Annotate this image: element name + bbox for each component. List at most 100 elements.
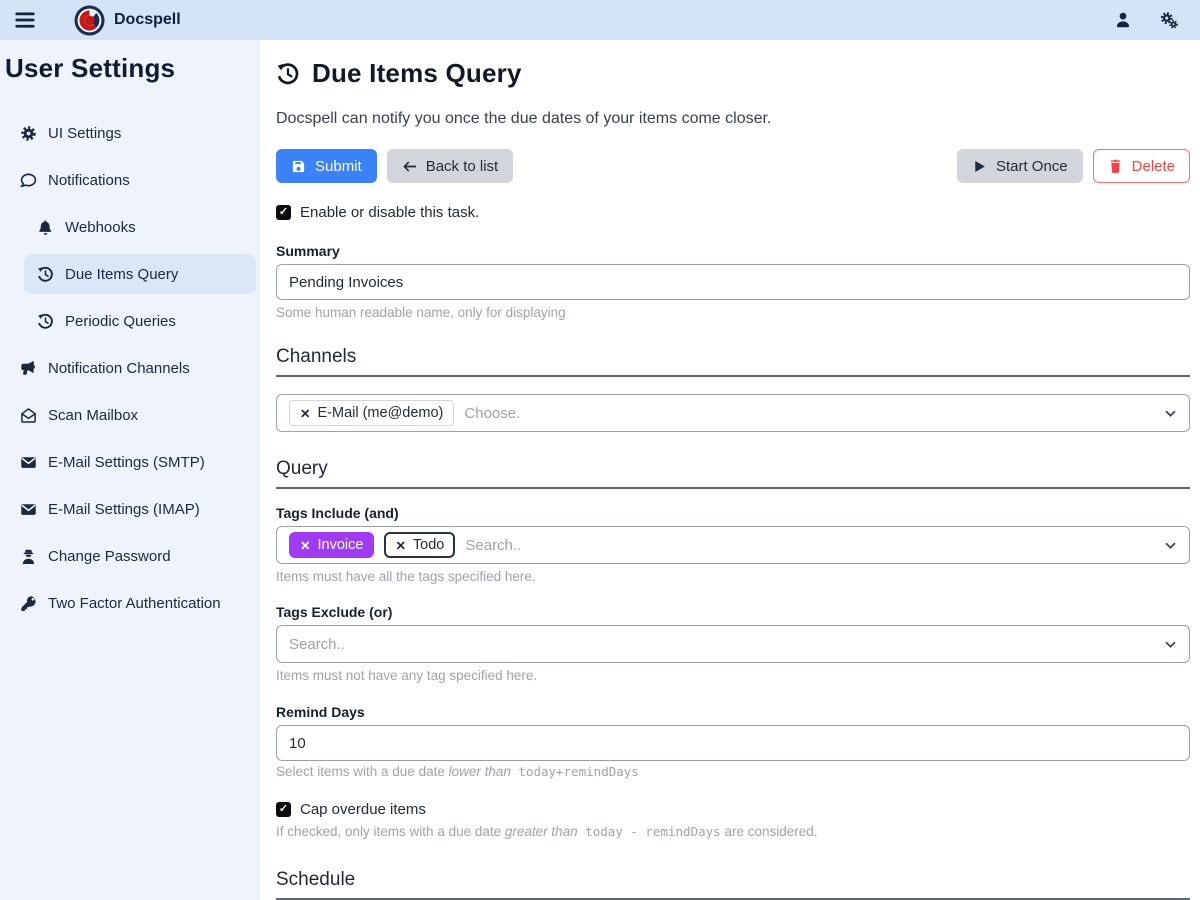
remind-days-label: Remind Days	[276, 704, 1190, 720]
delete-button[interactable]: Delete	[1093, 149, 1190, 183]
query-heading: Query	[276, 458, 1190, 489]
sidebar-item-email-imap[interactable]: E-Mail Settings (IMAP)	[14, 489, 256, 529]
remove-chip-icon[interactable]: ✕	[300, 538, 310, 553]
history-icon	[276, 62, 300, 86]
enable-task-row: ✓ Enable or disable this task.	[276, 204, 1190, 221]
sidebar-item-notifications[interactable]: Notifications	[14, 160, 256, 200]
schedule-heading: Schedule	[276, 869, 1190, 900]
remind-days-helper: Select items with a due date lower than …	[276, 764, 1190, 779]
envelope-icon	[20, 501, 37, 518]
tags-exclude-helper: Items must not have any tag specified he…	[276, 668, 1190, 683]
tag-chip-todo[interactable]: ✕ Todo	[384, 532, 455, 558]
remove-chip-icon[interactable]: ✕	[395, 538, 405, 553]
admin-cogs-icon[interactable]	[1160, 11, 1178, 29]
start-once-button[interactable]: Start Once	[957, 149, 1083, 183]
brand[interactable]: Docspell	[74, 5, 181, 36]
top-navbar: Docspell	[0, 0, 1200, 40]
chevron-down-icon[interactable]	[1164, 638, 1177, 651]
main-content: Due Items Query Docspell can notify you …	[260, 40, 1200, 900]
tag-chip-label: Invoice	[317, 537, 363, 553]
sidebar-item-label: Notifications	[48, 172, 130, 189]
sidebar-item-label: Scan Mailbox	[48, 407, 138, 424]
sidebar-item-label: E-Mail Settings (IMAP)	[48, 501, 200, 518]
brand-name: Docspell	[114, 11, 181, 29]
remove-chip-icon[interactable]: ✕	[300, 406, 310, 421]
sidebar-item-label: Two Factor Authentication	[48, 595, 221, 612]
tags-exclude-label: Tags Exclude (or)	[276, 604, 1190, 620]
bullhorn-icon	[20, 360, 37, 377]
back-button-label: Back to list	[426, 158, 499, 175]
back-to-list-button[interactable]: Back to list	[387, 149, 514, 183]
arrow-left-icon	[402, 159, 417, 174]
sidebar-item-notification-channels[interactable]: Notification Channels	[14, 348, 256, 388]
helper-code: today+remindDays	[511, 764, 639, 779]
comment-icon	[20, 172, 37, 189]
sidebar-item-due-items-query[interactable]: Due Items Query	[24, 254, 256, 294]
menu-icon[interactable]	[14, 9, 36, 31]
channel-chip-email[interactable]: ✕ E-Mail (me@demo)	[289, 400, 454, 426]
summary-input[interactable]	[276, 264, 1190, 300]
helper-text: Select items with a due date	[276, 764, 449, 779]
enable-task-checkbox[interactable]: ✓	[276, 205, 291, 220]
check-icon: ✓	[279, 804, 288, 815]
cap-overdue-helper: If checked, only items with a due date g…	[276, 824, 1190, 839]
sidebar-item-scan-mailbox[interactable]: Scan Mailbox	[14, 395, 256, 435]
history-icon	[37, 266, 54, 283]
sidebar-item-two-factor[interactable]: Two Factor Authentication	[14, 583, 256, 623]
tags-include-select[interactable]: ✕ Invoice ✕ Todo Search..	[276, 526, 1190, 564]
helper-code: today - remindDays	[578, 824, 721, 839]
chevron-down-icon[interactable]	[1164, 407, 1177, 420]
tag-chip-invoice[interactable]: ✕ Invoice	[289, 532, 374, 558]
sidebar-title: User Settings	[5, 53, 260, 84]
helper-text: are considered.	[721, 824, 818, 839]
sidebar-item-change-password[interactable]: Change Password	[14, 536, 256, 576]
sidebar-item-label: Notification Channels	[48, 360, 190, 377]
enable-task-label: Enable or disable this task.	[300, 204, 479, 221]
docspell-logo-icon	[74, 5, 105, 36]
sidebar-item-label: Webhooks	[65, 219, 136, 236]
helper-italic: greater than	[505, 824, 578, 839]
submit-button-label: Submit	[315, 158, 362, 175]
sidebar-item-periodic-queries[interactable]: Periodic Queries	[24, 301, 256, 341]
channel-chip-label: E-Mail (me@demo)	[317, 405, 443, 421]
app-window: Docspell User Settings UI Settings Notif…	[0, 0, 1200, 900]
sidebar-item-ui-settings[interactable]: UI Settings	[14, 113, 256, 153]
trash-icon	[1108, 159, 1123, 174]
sidebar-item-webhooks[interactable]: Webhooks	[24, 207, 256, 247]
helper-italic: lower than	[449, 764, 511, 779]
channels-heading: Channels	[276, 346, 1190, 377]
envelope-open-icon	[20, 407, 37, 424]
sidebar-item-label: Periodic Queries	[65, 313, 176, 330]
start-once-label: Start Once	[996, 158, 1068, 175]
chevron-down-icon[interactable]	[1164, 539, 1177, 552]
sidebar-item-label: E-Mail Settings (SMTP)	[48, 454, 205, 471]
sidebar-menu: UI Settings Notifications Webhooks Due I…	[0, 113, 260, 623]
remind-days-input[interactable]	[276, 725, 1190, 761]
summary-label: Summary	[276, 243, 1190, 259]
submit-button[interactable]: Submit	[276, 149, 377, 183]
user-secret-icon	[20, 548, 37, 565]
page-description: Docspell can notify you once the due dat…	[276, 110, 1190, 128]
check-icon: ✓	[279, 207, 288, 218]
envelope-icon	[20, 454, 37, 471]
key-icon	[20, 595, 37, 612]
action-bar: Submit Back to list Start Once Delete	[276, 149, 1190, 183]
tags-include-placeholder: Search..	[465, 537, 521, 554]
bell-icon	[37, 219, 54, 236]
tags-include-label: Tags Include (and)	[276, 505, 1190, 521]
user-account-icon[interactable]	[1114, 11, 1132, 29]
cap-overdue-label: Cap overdue items	[300, 801, 426, 818]
gear-icon	[20, 125, 37, 142]
sidebar-item-email-smtp[interactable]: E-Mail Settings (SMTP)	[14, 442, 256, 482]
tags-exclude-select[interactable]: Search..	[276, 625, 1190, 663]
sidebar-item-label: UI Settings	[48, 125, 121, 142]
save-icon	[291, 159, 306, 174]
sidebar-item-label: Change Password	[48, 548, 171, 565]
cap-overdue-checkbox[interactable]: ✓	[276, 802, 291, 817]
helper-text: If checked, only items with a due date	[276, 824, 505, 839]
history-icon	[37, 313, 54, 330]
channels-select[interactable]: ✕ E-Mail (me@demo) Choose.	[276, 394, 1190, 432]
page-title: Due Items Query	[312, 58, 522, 89]
tags-include-helper: Items must have all the tags specified h…	[276, 569, 1190, 584]
tags-exclude-placeholder: Search..	[289, 636, 345, 653]
